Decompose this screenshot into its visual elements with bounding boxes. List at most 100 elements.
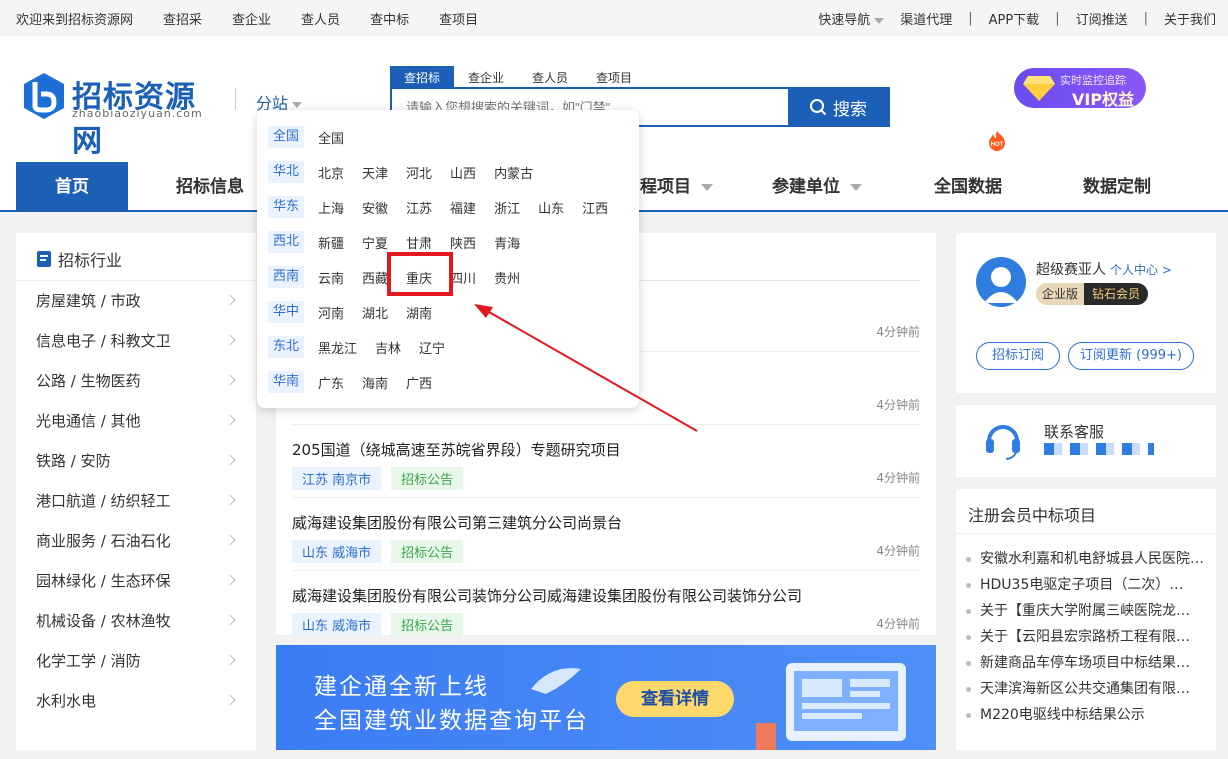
location-tag[interactable]: 山东 威海市 <box>292 613 382 636</box>
type-tag[interactable]: 招标公告 <box>391 467 464 490</box>
nav-builders[interactable]: 参建单位 <box>772 162 862 210</box>
city-option[interactable]: 贵州 <box>494 268 520 287</box>
city-option[interactable]: 新疆 <box>318 233 344 252</box>
top-link-agent[interactable]: 渠道代理 <box>900 9 952 28</box>
city-option[interactable]: 内蒙古 <box>494 163 533 182</box>
sidebar-item[interactable]: 光电通信 / 其他 <box>16 401 256 441</box>
location-tag[interactable]: 江苏 南京市 <box>292 467 382 490</box>
quick-nav-dropdown[interactable]: 快速导航 <box>802 9 885 28</box>
city-option[interactable]: 河北 <box>406 163 432 182</box>
region-label[interactable]: 东北 <box>268 336 304 358</box>
region-label[interactable]: 西南 <box>268 266 304 288</box>
location-tag[interactable]: 山东 威海市 <box>292 540 382 563</box>
region-label[interactable]: 华南 <box>268 371 304 393</box>
city-option[interactable]: 西藏 <box>362 268 388 287</box>
city-option[interactable]: 青海 <box>494 233 520 252</box>
site-logo[interactable]: 招标资源网 zhaobiaoziyuan.com <box>22 72 212 159</box>
sidebar-item[interactable]: 商业服务 / 石油石化 <box>16 521 256 561</box>
subscribe-update-button[interactable]: 订阅更新 (999+) <box>1068 342 1194 370</box>
sidebar-item[interactable]: 铁路 / 安防 <box>16 441 256 481</box>
item-title[interactable]: 威海建设集团股份有限公司装饰分公司威海建设集团股份有限公司装饰分公司 <box>292 585 920 606</box>
region-label[interactable]: 全国 <box>268 126 304 148</box>
sidebar-item[interactable]: 港口航道 / 纺织轻工 <box>16 481 256 521</box>
top-link-about[interactable]: 关于我们 <box>1164 9 1216 28</box>
top-link-company[interactable]: 查企业 <box>232 9 271 28</box>
list-item[interactable]: 新建商品车停车场项目中标结果… <box>966 650 1206 676</box>
view-details-button[interactable]: 查看详情 <box>616 681 734 717</box>
city-option[interactable]: 江苏 <box>406 198 432 217</box>
sidebar-item[interactable]: 房屋建筑 / 市政 <box>16 281 256 321</box>
city-option[interactable]: 湖南 <box>406 303 432 322</box>
sidebar-item[interactable]: 园林绿化 / 生态环保 <box>16 561 256 601</box>
top-link-project[interactable]: 查项目 <box>439 9 478 28</box>
region-label[interactable]: 西北 <box>268 231 304 253</box>
city-option[interactable]: 山西 <box>450 163 476 182</box>
city-option[interactable]: 湖北 <box>362 303 388 322</box>
list-item[interactable]: 安徽水利嘉和机电舒城县人民医院… <box>966 546 1206 572</box>
region-label[interactable]: 华东 <box>268 196 304 218</box>
sidebar-item[interactable]: 水利水电 <box>16 681 256 721</box>
city-option[interactable]: 安徽 <box>362 198 388 217</box>
sidebar-item[interactable]: 信息电子 / 科教文卫 <box>16 321 256 361</box>
city-option[interactable]: 甘肃 <box>406 233 432 252</box>
city-option[interactable]: 北京 <box>318 163 344 182</box>
city-option[interactable]: 吉林 <box>375 338 401 357</box>
search-tab-person[interactable]: 查人员 <box>518 66 582 89</box>
city-option[interactable]: 广西 <box>406 373 432 392</box>
list-item[interactable]: 天津滨海新区公共交通集团有限… <box>966 676 1206 702</box>
customer-service-card[interactable]: 联系客服 <box>956 405 1216 477</box>
user-center-link[interactable]: 个人中心 > <box>1110 263 1172 277</box>
city-option[interactable]: 陕西 <box>450 233 476 252</box>
city-option[interactable]: 福建 <box>450 198 476 217</box>
city-option[interactable]: 山东 <box>538 198 564 217</box>
item-title[interactable]: 205国道（绕城高速至苏皖省界段）专题研究项目 <box>292 439 920 460</box>
nav-national-data[interactable]: 全国数据 <box>934 162 1002 210</box>
city-option[interactable]: 辽宁 <box>419 338 445 357</box>
top-link-bid[interactable]: 查招采 <box>163 9 202 28</box>
region-label[interactable]: 华北 <box>268 161 304 183</box>
city-option[interactable]: 广东 <box>318 373 344 392</box>
city-option[interactable]: 浙江 <box>494 198 520 217</box>
avatar[interactable] <box>976 257 1026 307</box>
list-item[interactable]: 威海建设集团股份有限公司装饰分公司威海建设集团股份有限公司装饰分公司 山东 威海… <box>292 585 920 636</box>
top-link-app[interactable]: APP下载 <box>989 9 1040 28</box>
sidebar-item[interactable]: 机械设备 / 农林渔牧 <box>16 601 256 641</box>
region-label[interactable]: 华中 <box>268 301 304 323</box>
nav-bid-info[interactable]: 招标信息 <box>176 162 244 210</box>
item-title[interactable]: 威海建设集团股份有限公司第三建筑分公司尚景台 <box>292 512 920 533</box>
sidebar-item[interactable]: 公路 / 生物医药 <box>16 361 256 401</box>
city-option[interactable]: 宁夏 <box>362 233 388 252</box>
city-option[interactable]: 上海 <box>318 198 344 217</box>
city-option[interactable]: 黑龙江 <box>318 338 357 357</box>
type-tag[interactable]: 招标公告 <box>391 540 464 563</box>
search-tab-company[interactable]: 查企业 <box>454 66 518 89</box>
list-item[interactable]: 关于【云阳县宏宗路桥工程有限… <box>966 624 1206 650</box>
list-item[interactable]: 205国道（绕城高速至苏皖省界段）专题研究项目 江苏 南京市 招标公告 4分钟前 <box>292 439 920 498</box>
top-link-subscribe[interactable]: 订阅推送 <box>1076 9 1128 28</box>
search-tab-project[interactable]: 查项目 <box>582 66 646 89</box>
top-link-person[interactable]: 查人员 <box>301 9 340 28</box>
list-item[interactable]: 威海建设集团股份有限公司第三建筑分公司尚景台 山东 威海市 招标公告 4分钟前 <box>292 512 920 571</box>
sidebar-item[interactable]: 化学工学 / 消防 <box>16 641 256 681</box>
chevron-down-icon <box>292 101 303 108</box>
city-option[interactable]: 全国 <box>318 128 344 147</box>
nav-home[interactable]: 首页 <box>16 162 128 210</box>
list-item[interactable]: 关于【重庆大学附属三峡医院龙… <box>966 598 1206 624</box>
promo-banner[interactable]: 建企通全新上线 全国建筑业数据查询平台 查看详情 <box>276 645 936 750</box>
type-tag[interactable]: 招标公告 <box>391 613 464 636</box>
city-option[interactable]: 四川 <box>450 268 476 287</box>
city-option[interactable]: 云南 <box>318 268 344 287</box>
city-option[interactable]: 河南 <box>318 303 344 322</box>
list-item[interactable]: M220电驱线中标结果公示 <box>966 702 1206 728</box>
top-link-award[interactable]: 查中标 <box>370 9 409 28</box>
vip-badge[interactable]: 实时监控追踪 VIP权益 <box>1014 68 1146 109</box>
city-option[interactable]: 江西 <box>582 198 608 217</box>
nav-project[interactable]: 程项目 <box>640 162 713 210</box>
list-item[interactable]: HDU35电驱定子项目（二次）… <box>966 572 1206 598</box>
nav-custom[interactable]: 数据定制 <box>1083 162 1151 210</box>
search-tab-bid[interactable]: 查招标 <box>390 66 455 89</box>
city-option[interactable]: 海南 <box>362 373 388 392</box>
bid-subscribe-button[interactable]: 招标订阅 <box>976 342 1060 370</box>
city-option[interactable]: 天津 <box>362 163 388 182</box>
search-button[interactable]: 搜索 <box>788 89 888 125</box>
